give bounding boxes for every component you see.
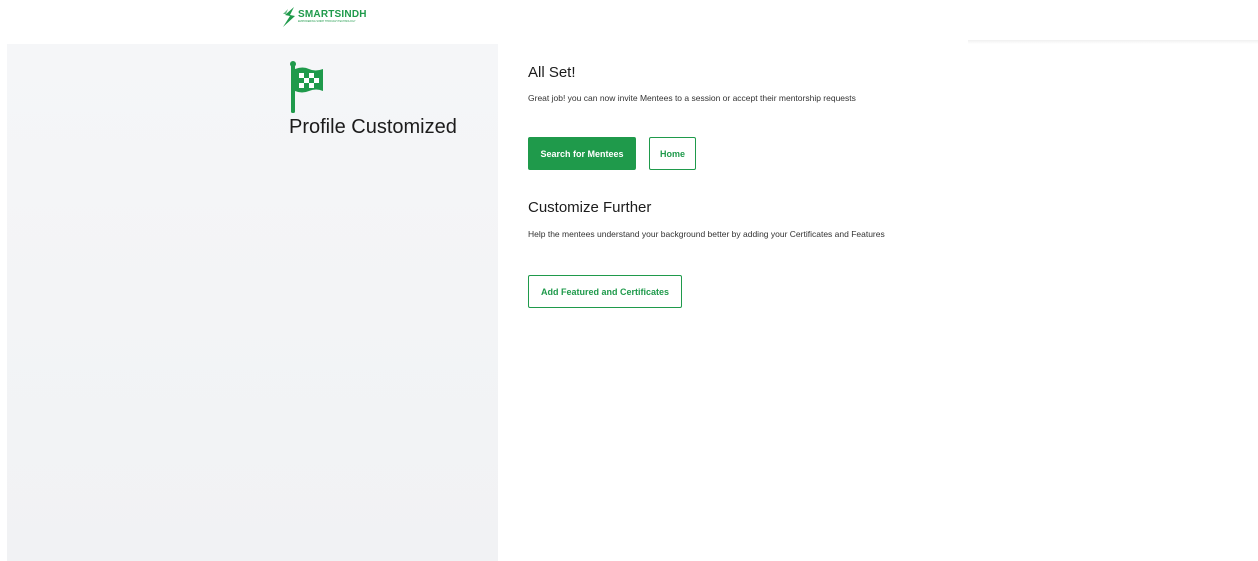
customize-further-description: Help the mentees understand your backgro… (528, 229, 885, 239)
brand-tagline: EMPOWERING SINDH THROUGH TECHNOLOGY (298, 20, 356, 23)
page: SMARTSINDH EMPOWERING SINDH THROUGH TECH… (0, 0, 1258, 561)
header-divider (968, 40, 1258, 44)
top-bar: SMARTSINDH EMPOWERING SINDH THROUGH TECH… (0, 0, 1258, 44)
search-for-mentees-button[interactable]: Search for Mentees (528, 137, 636, 170)
profile-customized-title: Profile Customized (289, 116, 457, 138)
brand-text: SMARTSINDH EMPOWERING SINDH THROUGH TECH… (298, 9, 367, 24)
all-set-description: Great job! you can now invite Mentees to… (528, 93, 856, 103)
checkered-flag-icon (290, 61, 323, 113)
smartsindh-logo-icon (283, 7, 295, 27)
customize-further-heading: Customize Further (528, 199, 652, 216)
add-featured-and-certificates-button[interactable]: Add Featured and Certificates (528, 275, 682, 308)
home-button[interactable]: Home (649, 137, 696, 170)
brand-logo[interactable]: SMARTSINDH EMPOWERING SINDH THROUGH TECH… (281, 6, 371, 34)
brand-name: SMARTSINDH (298, 9, 367, 20)
all-set-heading: All Set! (528, 64, 576, 81)
